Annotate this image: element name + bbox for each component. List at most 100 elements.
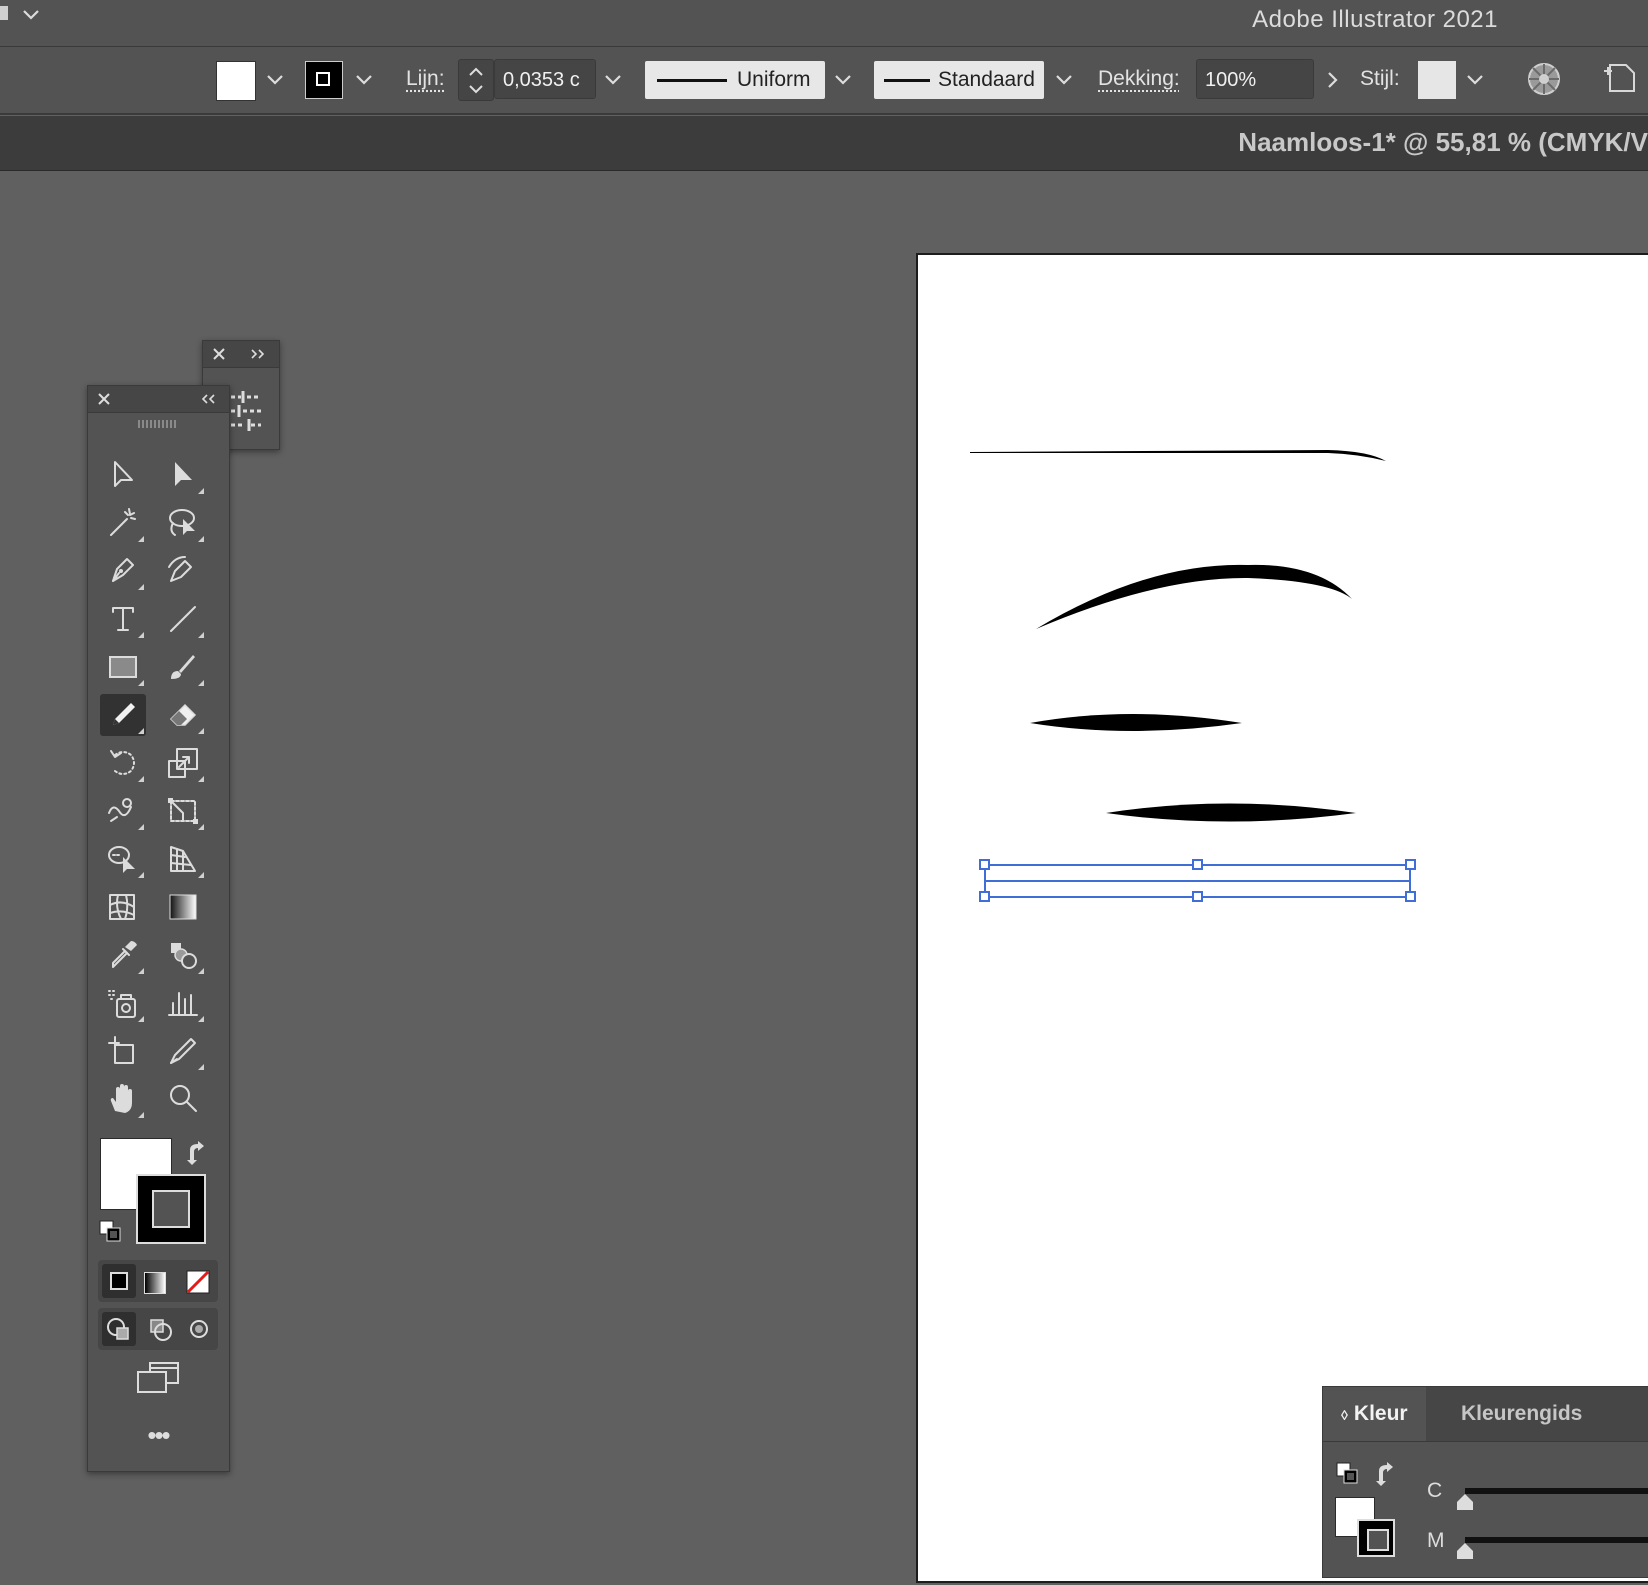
slice-tool[interactable] (160, 1030, 206, 1072)
stepper-arrows-icon (469, 67, 483, 94)
recolor-artwork-icon[interactable] (1526, 61, 1562, 97)
style-swatch[interactable] (1418, 61, 1456, 99)
panel-options-icon[interactable]: ◊ (1341, 1407, 1348, 1423)
swap-fill-stroke-icon[interactable] (1373, 1461, 1399, 1487)
warp-tool[interactable] (100, 790, 146, 832)
tool-group-indicator (198, 488, 204, 494)
none-mode-button[interactable] (186, 1270, 210, 1294)
stroke-dropdown-chevron-icon[interactable] (347, 60, 381, 100)
artboard[interactable] (916, 253, 1648, 1583)
collapse-icon[interactable] (200, 391, 218, 407)
slider-m-thumb[interactable] (1455, 1542, 1475, 1560)
zoom-tool[interactable] (160, 1078, 206, 1120)
tools-panel-header[interactable] (88, 386, 229, 413)
rotate-tool[interactable] (100, 742, 146, 784)
rectangle-tool[interactable] (100, 646, 146, 688)
magic-wand-icon (110, 508, 136, 536)
scale-icon (168, 748, 198, 778)
tool-group-indicator (138, 536, 144, 542)
type-tool[interactable] (100, 598, 146, 640)
tool-group-indicator (198, 728, 204, 734)
warp-icon (108, 798, 132, 822)
stroke-swatch[interactable] (305, 61, 343, 99)
slider-m-track[interactable] (1465, 1537, 1648, 1543)
document-setup-icon[interactable] (1604, 61, 1644, 97)
document-tab-bar: Naamloos-1* @ 55,81 % (CMYK/V (0, 116, 1648, 171)
chevron-down-icon[interactable] (20, 6, 42, 22)
color-mode-button[interactable] (102, 1264, 136, 1298)
hand-tool[interactable] (100, 1078, 146, 1120)
variable-width-profile[interactable]: Uniform (645, 61, 825, 99)
opacity-input[interactable]: 100% (1196, 59, 1314, 99)
symbol-sprayer-icon (108, 990, 136, 1018)
swap-fill-stroke-icon[interactable] (184, 1140, 210, 1166)
lasso-icon (169, 509, 195, 536)
gradient-mode-button[interactable] (144, 1272, 166, 1294)
free-transform-tool[interactable] (160, 790, 206, 832)
brush-definition-dropdown-icon[interactable] (1047, 60, 1081, 100)
paintbrush-tool[interactable] (160, 646, 206, 688)
workspace-menu-icon[interactable] (0, 6, 8, 20)
perspective-grid-icon (170, 846, 196, 872)
draw-behind-button[interactable] (143, 1312, 177, 1346)
draw-normal-button[interactable] (102, 1312, 136, 1346)
stroke-color-box[interactable] (1357, 1519, 1395, 1557)
selection-tool[interactable] (100, 454, 146, 496)
tab-kleurengids[interactable]: Kleurengids (1443, 1387, 1600, 1441)
close-icon[interactable] (211, 346, 227, 362)
direct-selection-icon (175, 462, 192, 486)
opacity-label[interactable]: Dekking: (1098, 67, 1180, 91)
stroke-weight-dropdown-icon[interactable] (596, 60, 630, 100)
close-icon[interactable] (96, 391, 112, 407)
stroke-label[interactable]: Lijn: (406, 67, 445, 91)
drag-grip[interactable] (138, 420, 178, 428)
style-dropdown-icon[interactable] (1458, 60, 1492, 100)
lasso-tool[interactable] (160, 502, 206, 544)
line-segment-tool[interactable] (160, 598, 206, 640)
draw-inside-button[interactable] (182, 1312, 216, 1346)
direct-selection-tool[interactable] (160, 454, 206, 496)
gradient-tool[interactable] (160, 886, 206, 928)
paintbrush-icon (171, 655, 195, 679)
brush-definition[interactable]: Standaard (874, 61, 1044, 99)
fill-dropdown-chevron-icon[interactable] (258, 60, 292, 100)
scale-tool[interactable] (160, 742, 206, 784)
column-graph-tool[interactable] (160, 982, 206, 1024)
pencil-tool[interactable] (100, 694, 146, 736)
mini-panel-header[interactable] (203, 341, 279, 368)
perspective-grid-tool[interactable] (160, 838, 206, 880)
slider-c-track[interactable] (1465, 1488, 1648, 1494)
stroke-color-box[interactable] (136, 1174, 206, 1244)
eraser-tool[interactable] (160, 694, 206, 736)
drawing-mode-group (98, 1308, 218, 1350)
symbol-sprayer-tool[interactable] (100, 982, 146, 1024)
default-fill-stroke-icon[interactable] (98, 1219, 122, 1243)
stroke-weight-stepper[interactable] (458, 59, 494, 101)
variable-width-dropdown-icon[interactable] (826, 60, 860, 100)
selection-bounding-box[interactable] (979, 859, 1416, 902)
slice-icon (170, 1038, 196, 1064)
tool-group-indicator (198, 632, 204, 638)
eyedropper-tool[interactable] (100, 934, 146, 976)
change-screen-mode-icon[interactable] (134, 1360, 182, 1398)
pen-tool[interactable] (100, 550, 146, 592)
tool-group-indicator (138, 1016, 144, 1022)
default-fill-stroke-icon[interactable] (1335, 1461, 1359, 1485)
properties-panel-icon[interactable] (227, 389, 267, 433)
shape-builder-tool[interactable] (100, 838, 146, 880)
artboard-tool[interactable] (100, 1030, 146, 1072)
stroke-weight-input[interactable]: 0,0353 c (494, 59, 596, 99)
document-tab-title[interactable]: Naamloos-1* @ 55,81 % (CMYK/V (1238, 127, 1648, 158)
fill-swatch[interactable] (216, 61, 256, 101)
magic-wand-tool[interactable] (100, 502, 146, 544)
mesh-tool[interactable] (100, 886, 146, 928)
edit-toolbar-button[interactable]: ••• (134, 1420, 182, 1451)
style-label: Stijl: (1360, 67, 1400, 90)
tab-kleur[interactable]: ◊ Kleur (1323, 1387, 1426, 1441)
curvature-tool[interactable] (160, 550, 206, 592)
blend-tool[interactable] (160, 934, 206, 976)
expand-icon[interactable] (249, 346, 267, 362)
selection-icon (114, 461, 133, 487)
slider-c-thumb[interactable] (1455, 1493, 1475, 1511)
opacity-arrow-icon[interactable] (1316, 60, 1350, 100)
